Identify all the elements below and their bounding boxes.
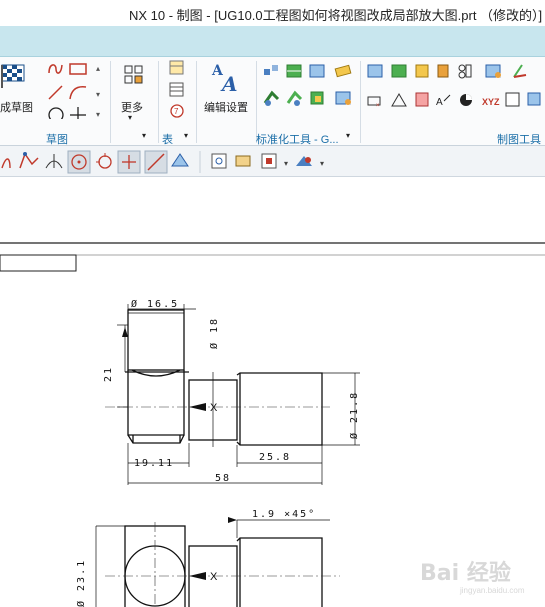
draft-tool-6-icon[interactable] bbox=[485, 64, 501, 78]
dim-diameter-18: Ø 18 bbox=[208, 317, 220, 349]
draft-tool-3-icon[interactable] bbox=[415, 64, 429, 78]
finish-sketch-button[interactable]: 成草图 bbox=[0, 59, 36, 115]
ribbon-tab-strip bbox=[0, 26, 545, 57]
x-marker-lower: X bbox=[210, 571, 218, 583]
group-label-sketch: 草图 bbox=[46, 134, 68, 146]
tabular-note-icon[interactable] bbox=[169, 60, 184, 75]
x-arrow-lower bbox=[189, 572, 206, 580]
triangle-icon[interactable] bbox=[391, 93, 407, 107]
view-tool-1-icon[interactable] bbox=[211, 153, 227, 169]
svg-text:▾: ▾ bbox=[96, 110, 100, 119]
ribbon: 成草图 ▴ ▾ ▾ 更多 ▾ 7 A A 编辑设置 × A XYZ 草图 ▾ 表… bbox=[0, 57, 545, 146]
snap-icons: ▾ ▾ bbox=[1, 150, 324, 174]
std-tool-7-icon[interactable] bbox=[310, 91, 324, 105]
edit-settings-label: 编辑设置 bbox=[204, 102, 248, 114]
dim-length-58: 58 bbox=[215, 473, 231, 484]
group-label-table: 表 bbox=[162, 134, 173, 146]
table-tools: 7 bbox=[169, 60, 184, 118]
line-icon[interactable] bbox=[48, 85, 63, 100]
profile-icon[interactable] bbox=[48, 64, 63, 74]
draft-tool-14-icon[interactable] bbox=[527, 92, 541, 106]
blank-box-icon[interactable] bbox=[505, 92, 520, 107]
view-tool-3-icon[interactable] bbox=[261, 153, 277, 169]
dim-length-19-11: 19.11 bbox=[134, 458, 174, 469]
quadrant-snap-icon[interactable] bbox=[96, 153, 112, 169]
text-style-icon: A A bbox=[211, 63, 238, 95]
edit-settings-button[interactable]: A A 编辑设置 bbox=[202, 59, 252, 119]
std-tool-2-icon[interactable] bbox=[286, 64, 302, 78]
std-tool-5-icon[interactable] bbox=[263, 90, 280, 106]
svg-text:▴: ▴ bbox=[96, 64, 100, 73]
rectangle-icon[interactable] bbox=[69, 63, 87, 75]
svg-text:▾: ▾ bbox=[96, 90, 100, 99]
svg-text:A: A bbox=[220, 72, 238, 95]
balloon-icon[interactable]: 7 bbox=[170, 104, 184, 118]
more-grid-icon bbox=[124, 65, 143, 84]
baidu-watermark: Bai 经验 jingyan.baidu.com bbox=[420, 556, 530, 596]
xyz-icon[interactable]: XYZ bbox=[482, 97, 500, 107]
std-tool-3-icon[interactable] bbox=[309, 64, 325, 78]
more-dropdown-icon: ▾ bbox=[128, 113, 133, 122]
svg-text:7: 7 bbox=[174, 107, 179, 116]
std-tools-dropdown[interactable]: ▾ bbox=[346, 131, 350, 140]
draft-tool-4-icon[interactable] bbox=[437, 64, 449, 78]
sketch-tools: ▴ ▾ ▾ bbox=[48, 63, 100, 119]
curve-snap-icon[interactable] bbox=[1, 158, 11, 169]
checkered-flag-icon bbox=[1, 64, 25, 88]
drawing-canvas[interactable]: X Ø 16.5 Ø 18 21 Ø 21.8 19.11 25.8 58 X … bbox=[0, 177, 545, 607]
dim-length-21: 21 bbox=[103, 366, 114, 382]
midpoint-snap-icon[interactable] bbox=[45, 154, 63, 169]
standard-tools bbox=[263, 64, 352, 106]
window-title: NX 10 - 制图 - [UG10.0工程图如何将视图改成局部放大图.prt … bbox=[129, 8, 543, 23]
dim-diameter-16-5: Ø 16.5 bbox=[131, 298, 179, 310]
draft-tool-2-icon[interactable] bbox=[391, 64, 407, 78]
svg-text:jingyan.baidu.com: jingyan.baidu.com bbox=[459, 586, 525, 595]
svg-text:▾: ▾ bbox=[284, 159, 288, 168]
draft-tool-1-icon[interactable] bbox=[367, 64, 383, 78]
dim-diameter-23-1: Ø 23.1 bbox=[75, 559, 87, 607]
std-tool-1-icon[interactable] bbox=[264, 65, 278, 75]
title-block-cell bbox=[0, 254, 77, 272]
title-bar: NX 10 - 制图 - [UG10.0工程图如何将视图改成局部放大图.prt … bbox=[0, 0, 545, 26]
sketch-group-dropdown[interactable]: ▾ bbox=[142, 131, 146, 140]
dim-length-25-8: 25.8 bbox=[259, 452, 291, 463]
svg-text:▾: ▾ bbox=[320, 159, 324, 168]
draft-tool-7-icon[interactable] bbox=[513, 64, 527, 78]
std-tool-8-icon[interactable] bbox=[335, 91, 351, 105]
group-label-drafting-tools: 制图工具 bbox=[497, 134, 541, 146]
finish-sketch-label: 成草图 bbox=[0, 102, 33, 114]
shaft-view-lower bbox=[124, 525, 323, 607]
view-tool-4-icon[interactable] bbox=[296, 156, 312, 166]
snap-settings-icon[interactable] bbox=[171, 153, 189, 167]
parts-list-icon[interactable] bbox=[169, 82, 184, 97]
x-marker-upper: X bbox=[210, 402, 218, 414]
std-tool-4-icon[interactable] bbox=[334, 64, 352, 78]
point-icon[interactable] bbox=[70, 107, 86, 119]
view-tool-2-icon[interactable] bbox=[235, 155, 251, 167]
svg-text:×: × bbox=[376, 103, 380, 109]
svg-text:A: A bbox=[436, 97, 443, 108]
dim-diameter-21-8: Ø 21.8 bbox=[348, 391, 360, 439]
engineering-drawing: X Ø 16.5 Ø 18 21 Ø 21.8 19.11 25.8 58 X … bbox=[0, 242, 545, 607]
draft-tool-10-icon[interactable] bbox=[415, 92, 429, 107]
more-button[interactable]: 更多 ▾ bbox=[116, 61, 150, 122]
circle-icon[interactable] bbox=[48, 107, 64, 119]
dimension-icon[interactable]: A bbox=[436, 94, 451, 108]
baidu-logo-icon: Bai 经验 jingyan.baidu.com bbox=[420, 560, 525, 595]
polyline-snap-icon[interactable] bbox=[19, 152, 39, 169]
dim-chamfer: 1.9 ×45° bbox=[252, 509, 316, 520]
drafting-tools: × A XYZ bbox=[367, 64, 541, 109]
draft-tool-8-icon[interactable]: × bbox=[367, 96, 381, 109]
std-tool-6-icon[interactable] bbox=[286, 90, 303, 106]
sphere-icon[interactable] bbox=[460, 94, 472, 106]
snap-toolbar: ▾ ▾ bbox=[0, 146, 545, 177]
table-group-dropdown[interactable]: ▾ bbox=[184, 131, 188, 140]
draft-tool-5-icon[interactable] bbox=[458, 64, 472, 79]
svg-text:Bai 经验: Bai 经验 bbox=[420, 560, 511, 586]
group-label-standard-tools: 标准化工具 - G... bbox=[256, 134, 339, 146]
shaft-view-upper bbox=[125, 309, 323, 446]
arc-icon[interactable] bbox=[69, 86, 87, 100]
x-arrow-upper bbox=[189, 403, 206, 411]
